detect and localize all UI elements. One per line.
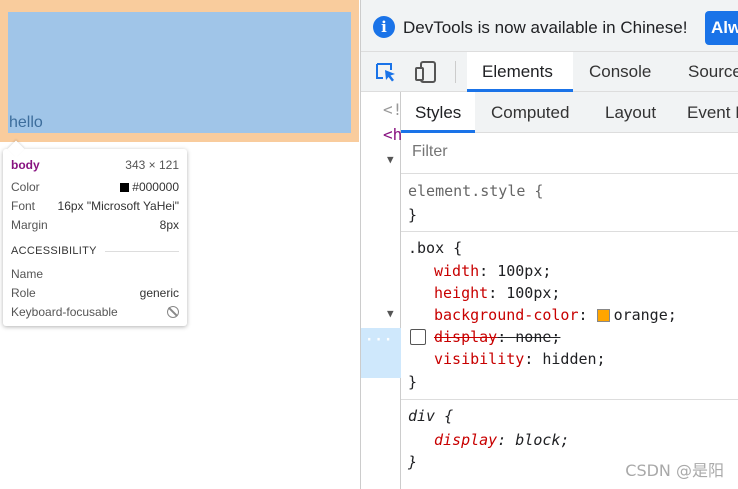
inspect-tooltip: body 343 × 121 Color #000000 Font 16px "… [3,140,187,326]
property-value: block; [515,431,570,449]
tooltip-row-font: Font 16px "Microsoft YaHei" [11,198,179,214]
declaration-visibility[interactable]: visibility: hidden; [434,348,606,370]
declaration-background-color[interactable]: background-color: orange; [434,304,677,326]
expand-arrow-icon[interactable]: ▼ [387,307,394,320]
tooltip-row-color: Color #000000 [11,179,179,195]
toolbar-divider [455,61,456,83]
property-value[interactable]: hidden; [542,350,605,368]
property-name: display [434,431,498,449]
rule-element-style: element.style { } [401,175,738,232]
declaration-display-disabled[interactable]: display: none; [434,326,560,348]
tab-layout[interactable]: Layout [605,92,656,133]
page-preview: hello body 343 × 121 Color #000000 Font … [0,0,360,489]
rule-selector[interactable]: element.style { [408,180,543,202]
filter-input[interactable] [412,143,712,161]
rule-box: .box { width: 100px; height: 100px; back… [401,232,738,400]
property-value[interactable]: 100px; [506,284,560,302]
divider [104,250,179,252]
rule-close-brace: } [408,453,418,471]
info-icon: i [373,16,395,38]
tooltip-row-margin: Margin 8px [11,217,179,233]
property-name[interactable]: height [434,284,488,302]
tooltip-arrow [7,140,25,158]
language-infobar: i DevTools is now available in Chinese! … [361,0,738,52]
declaration-width[interactable]: width: 100px; [434,260,551,282]
tooltip-key: Role [11,286,36,300]
infobar-message: DevTools is now available in Chinese! [403,18,688,37]
section-title: ACCESSIBILITY [11,245,97,257]
tooltip-key: Color [11,180,40,194]
declaration-display[interactable]: display: block; [434,429,569,451]
tooltip-key: Font [11,199,36,213]
rule-close-brace: } [408,373,418,391]
devtools-toolbar: Elements Console Source [361,52,738,92]
filter-bar [401,133,738,174]
devtools-panel: i DevTools is now available in Chinese! … [360,0,738,489]
rule-selector[interactable]: div { [408,405,453,427]
declaration-toggle-checkbox[interactable] [410,329,426,345]
tab-console[interactable]: Console [589,52,651,92]
property-value[interactable]: 100px; [497,262,551,280]
tooltip-value: 16px "Microsoft YaHei" [57,199,179,213]
content-highlight [8,12,351,133]
not-focusable-icon [167,306,179,318]
tab-computed[interactable]: Computed [491,92,569,133]
tab-event-listeners[interactable]: Event L [687,92,738,133]
property-value[interactable]: none; [515,328,560,346]
always-match-button[interactable]: Alw [705,11,738,45]
tab-styles[interactable]: Styles [401,92,476,133]
tooltip-dimensions: 343 × 121 [125,158,179,172]
property-name[interactable]: visibility [434,350,524,368]
tab-sources[interactable]: Source [688,52,738,92]
expand-arrow-icon[interactable]: ▼ [387,153,394,166]
styles-pane: Styles Computed Layout Event L element.s… [401,92,738,489]
tooltip-color-value: #000000 [132,180,179,194]
tooltip-row-keyboard-focusable: Keyboard-focusable [11,304,179,320]
tooltip-key: Name [11,267,44,281]
tooltip-tag: body [11,158,40,172]
property-name[interactable]: width [434,262,479,280]
ellipsis-icon[interactable]: ··· [365,332,393,348]
property-name[interactable]: display [434,328,497,346]
property-value[interactable]: orange; [614,306,677,324]
inspect-element-icon[interactable] [375,62,397,82]
tooltip-row-name: Name [11,266,179,282]
watermark: CSDN @是阳 [625,461,724,480]
property-name[interactable]: background-color [434,306,579,324]
tooltip-section-accessibility: ACCESSIBILITY [11,245,179,257]
sidebar-tabs: Styles Computed Layout Event L [401,92,738,133]
tooltip-key: Margin [11,218,48,232]
dom-html-node[interactable]: <h [383,125,402,144]
dom-tree-panel: <! <h ▼ ▼ ··· [361,92,402,489]
tooltip-value: #000000 [120,180,179,194]
tab-elements[interactable]: Elements [467,52,573,92]
tooltip-row-role: Role generic [11,285,179,301]
tooltip-value: 8px [159,218,179,232]
tooltip-key: Keyboard-focusable [11,305,118,319]
hello-text: hello [9,114,43,131]
color-swatch-icon [120,183,130,192]
dom-doctype[interactable]: <! [383,100,402,119]
tooltip-value: generic [139,286,179,300]
rule-close-brace: } [408,206,418,224]
declaration-height[interactable]: height: 100px; [434,282,560,304]
rule-selector[interactable]: .box { [408,237,462,259]
tooltip-header: body 343 × 121 [11,157,179,173]
color-swatch-icon[interactable] [596,309,610,322]
device-toolbar-icon[interactable] [415,60,439,84]
